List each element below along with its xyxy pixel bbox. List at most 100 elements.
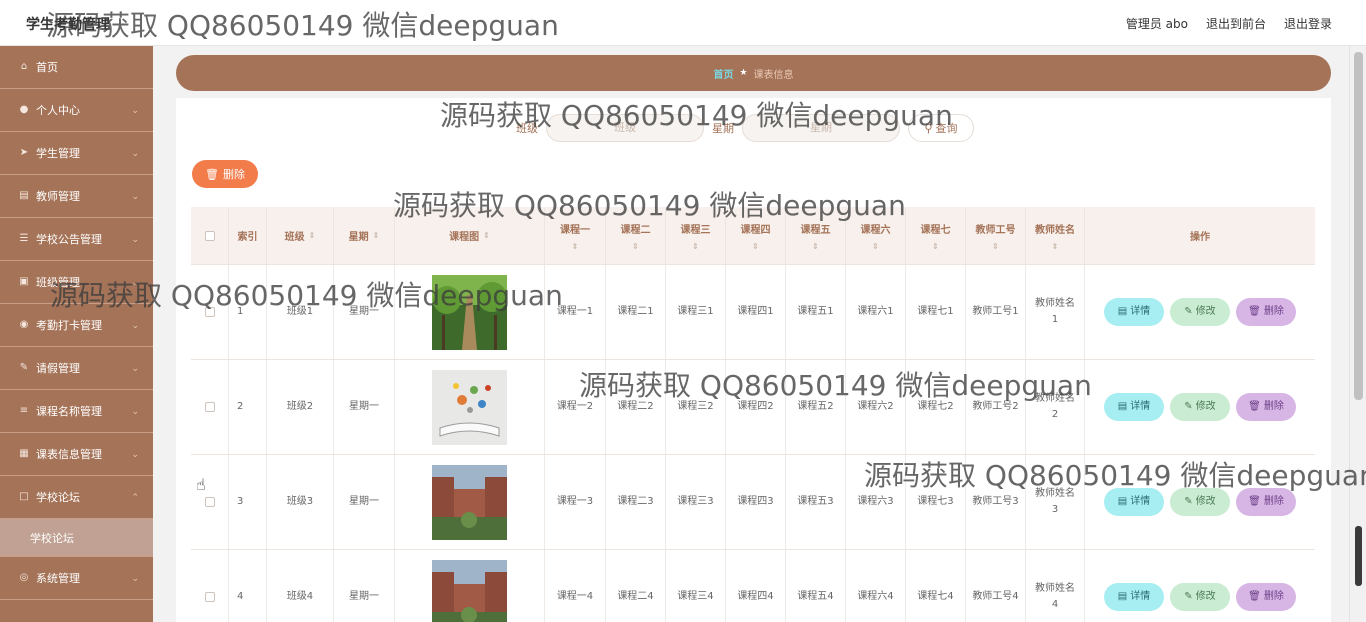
cell-teacher-name: 教师姓名4	[1026, 550, 1085, 622]
cell-course-image	[395, 265, 545, 359]
course-image	[432, 274, 507, 350]
week-search-input[interactable]: 星期	[742, 114, 900, 142]
batch-delete-label: 删除	[222, 168, 245, 181]
list-icon: ≡	[19, 405, 29, 416]
cell-index: 4	[229, 550, 267, 622]
header-course-image[interactable]: 课程图 ⇕	[395, 207, 545, 264]
edit-button[interactable]: ✎ 修改	[1170, 488, 1230, 516]
cell-class: 班级2	[267, 360, 334, 454]
delete-button[interactable]: 🗑 删除	[1236, 583, 1296, 611]
cell-course-1: 课程一2	[545, 360, 606, 454]
sidebar-item-home[interactable]: ⌂ 首页	[0, 46, 153, 89]
sidebar-item-course-names[interactable]: ≡ 课程名称管理 ⌄	[0, 390, 153, 433]
breadcrumb-separator-icon: ★	[739, 68, 748, 78]
row-checkbox[interactable]	[204, 497, 215, 507]
sidebar-item-label: 学生管理	[36, 147, 80, 160]
scrollbar-thumb[interactable]	[1354, 52, 1363, 400]
chevron-down-icon: ⌄	[131, 235, 139, 245]
cell-course-image	[395, 455, 545, 549]
edit-button[interactable]: ✎ 修改	[1170, 298, 1230, 326]
pencil-icon: ✎	[1184, 496, 1193, 507]
header-course-1[interactable]: 课程一 ⇕	[545, 207, 606, 264]
query-button[interactable]: ⚲ 查询	[908, 114, 974, 142]
row-checkbox[interactable]	[204, 592, 215, 602]
header-course-3[interactable]: 课程三 ⇕	[666, 207, 726, 264]
sort-icon: ⇕	[812, 241, 819, 251]
cell-course-6: 课程六4	[846, 550, 906, 622]
sidebar-item-leave[interactable]: ✎ 请假管理 ⌄	[0, 347, 153, 390]
sort-icon: ⇕	[372, 231, 380, 240]
sidebar-item-announcements[interactable]: ☰ 学校公告管理 ⌄	[0, 218, 153, 261]
sidebar-item-label: 教师管理	[36, 190, 80, 203]
cell-course-7: 课程七2	[906, 360, 966, 454]
week-label: 星期	[712, 122, 734, 135]
header-course-5[interactable]: 课程五 ⇕	[786, 207, 846, 264]
sidebar-item-students[interactable]: ➤ 学生管理 ⌄	[0, 132, 153, 175]
trash-icon: 🗑	[1248, 401, 1261, 412]
chevron-down-icon: ⌄	[131, 192, 139, 202]
detail-button[interactable]: ▤ 详情	[1104, 488, 1164, 516]
delete-button[interactable]: 🗑 删除	[1236, 298, 1296, 326]
header-teacher-id[interactable]: 教师工号 ⇕	[966, 207, 1026, 264]
header-teacher-name[interactable]: 教师姓名 ⇕	[1026, 207, 1085, 264]
select-all-checkbox[interactable]	[204, 230, 215, 241]
sidebar-item-schedule[interactable]: ▦ 课表信息管理 ⌄	[0, 433, 153, 476]
page-scrollbar[interactable]	[1349, 46, 1366, 622]
admin-user-link[interactable]: 管理员 abo	[1126, 15, 1188, 32]
detail-button[interactable]: ▤ 详情	[1104, 298, 1164, 326]
sidebar-item-teachers[interactable]: ▤ 教师管理 ⌄	[0, 175, 153, 218]
header-course-6[interactable]: 课程六 ⇕	[846, 207, 906, 264]
batch-delete-button[interactable]: 🗑 删除	[192, 160, 258, 188]
logout-link[interactable]: 退出登录	[1284, 15, 1332, 32]
cell-week: 星期一	[334, 265, 395, 359]
row-checkbox[interactable]	[204, 307, 215, 317]
detail-button[interactable]: ▤ 详情	[1104, 583, 1164, 611]
row-checkbox[interactable]	[204, 402, 215, 412]
cell-class: 班级1	[267, 265, 334, 359]
trash-icon: 🗑	[205, 167, 219, 181]
breadcrumb: 首页 ★ 课表信息	[176, 55, 1331, 91]
cell-teacher-name: 教师姓名2	[1026, 360, 1085, 454]
cell-course-1: 课程一4	[545, 550, 606, 622]
scrollbar-thumb-secondary[interactable]	[1355, 526, 1362, 586]
sidebar-item-profile[interactable]: ● 个人中心 ⌄	[0, 89, 153, 132]
breadcrumb-home[interactable]: 首页	[713, 66, 733, 81]
sidebar-item-classes[interactable]: ▣ 班级管理 ⌄	[0, 261, 153, 304]
sidebar-item-forum[interactable]: □ 学校论坛 ⌃	[0, 476, 153, 519]
cell-course-6: 课程六3	[846, 455, 906, 549]
chevron-down-icon: ⌄	[131, 407, 139, 417]
edit-button[interactable]: ✎ 修改	[1170, 393, 1230, 421]
pencil-icon: ✎	[1184, 306, 1193, 317]
cell-course-image	[395, 550, 545, 622]
trash-icon: 🗑	[1248, 306, 1261, 317]
chevron-down-icon: ⌄	[131, 364, 139, 374]
trash-icon: 🗑	[1248, 591, 1261, 602]
header-week[interactable]: 星期 ⇕	[334, 207, 395, 264]
delete-button[interactable]: 🗑 删除	[1236, 393, 1296, 421]
sidebar-subitem-forum[interactable]: 学校论坛	[0, 519, 153, 557]
sidebar-item-attendance[interactable]: ◉ 考勤打卡管理 ⌄	[0, 304, 153, 347]
row-select-cell	[191, 265, 229, 359]
header-course-2[interactable]: 课程二 ⇕	[606, 207, 666, 264]
edit-button[interactable]: ✎ 修改	[1170, 583, 1230, 611]
cell-course-7: 课程七4	[906, 550, 966, 622]
content-panel: 班级 班级 星期 星期 ⚲ 查询 🗑 删除 索引 班级 ⇕ 星期 ⇕ 课程图 ⇕ 课程…	[176, 98, 1331, 622]
delete-button[interactable]: 🗑 删除	[1236, 488, 1296, 516]
detail-button[interactable]: ▤ 详情	[1104, 393, 1164, 421]
cell-teacher-name: 教师姓名3	[1026, 455, 1085, 549]
cell-actions: ▤ 详情 ✎ 修改 🗑 删除	[1085, 360, 1315, 454]
cell-week: 星期一	[334, 360, 395, 454]
header-course-7[interactable]: 课程七 ⇕	[906, 207, 966, 264]
sidebar-item-label: 考勤打卡管理	[36, 319, 102, 332]
document-icon: ▤	[1117, 306, 1128, 317]
clipboard-icon: ▣	[19, 276, 29, 287]
back-to-front-link[interactable]: 退出到前台	[1206, 15, 1266, 32]
cell-course-3: 课程三2	[666, 360, 726, 454]
header-class[interactable]: 班级 ⇕	[267, 207, 334, 264]
sidebar-item-label: 首页	[36, 61, 58, 74]
document-icon: ▤	[1117, 591, 1128, 602]
sidebar-item-system[interactable]: ◎ 系统管理 ⌄	[0, 557, 153, 600]
sidebar-item-label: 课程名称管理	[36, 405, 102, 418]
header-course-4[interactable]: 课程四 ⇕	[726, 207, 786, 264]
class-search-input[interactable]: 班级	[546, 114, 704, 142]
